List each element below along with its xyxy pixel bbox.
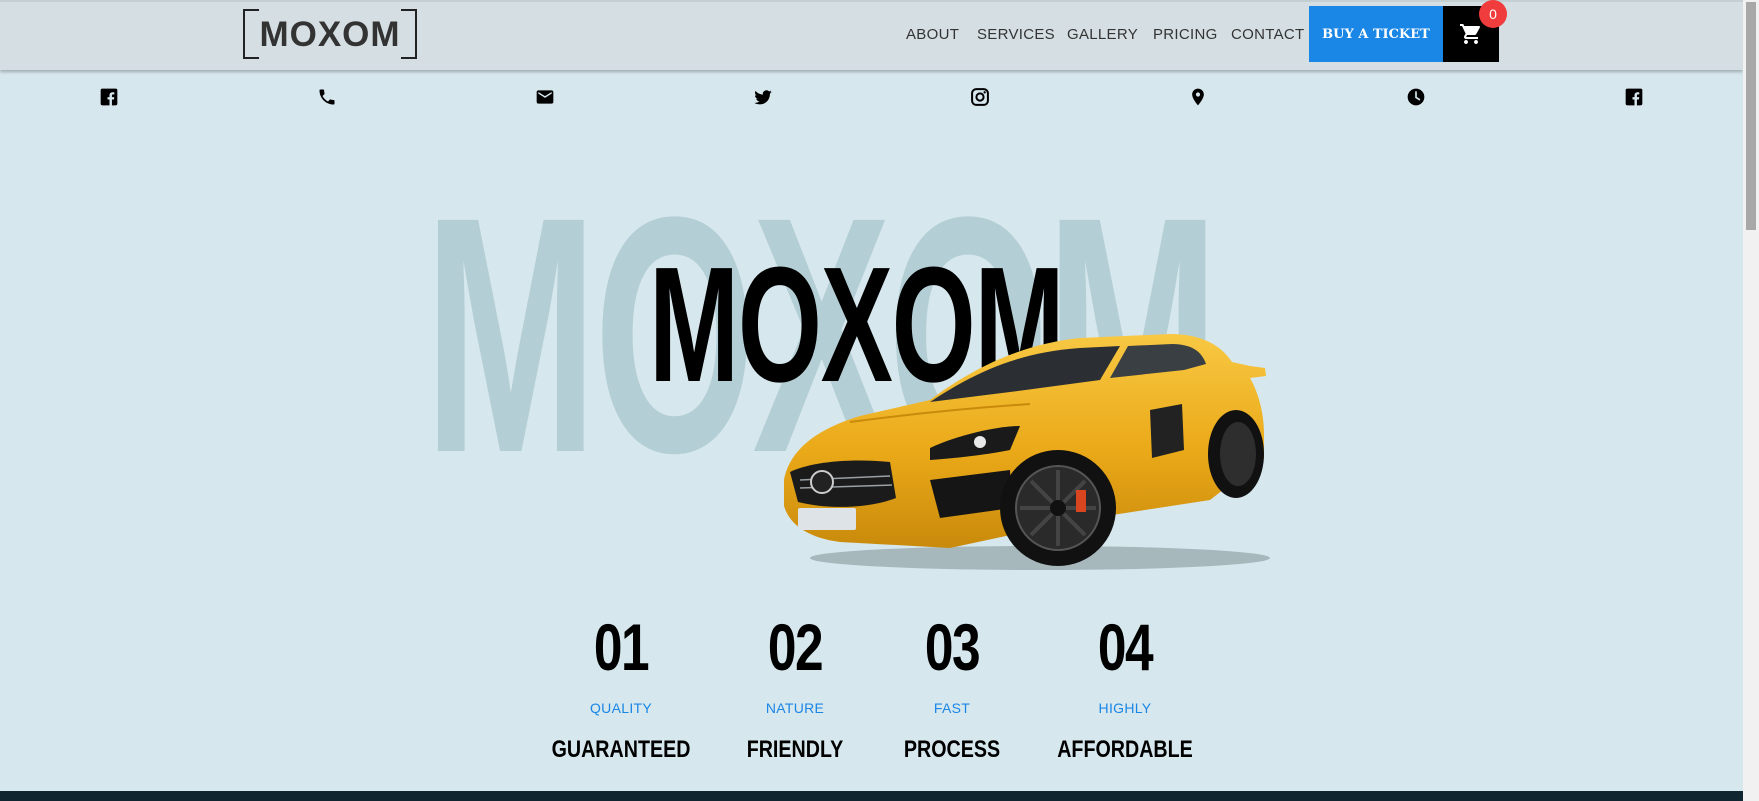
nav-services[interactable]: SERVICES	[977, 26, 1055, 43]
site-header: MOXOM ABOUT SERVICES GALLERY PRICING CON…	[0, 0, 1743, 70]
feature-title: FRIENDLY	[746, 736, 844, 763]
cart-count-badge: 0	[1479, 0, 1507, 28]
vertical-scrollbar[interactable]	[1743, 0, 1759, 801]
feature-label: QUALITY	[589, 700, 653, 716]
sports-car-image	[784, 334, 1270, 570]
logo-text: MOXOM	[259, 15, 401, 54]
mail-icon[interactable]	[534, 86, 556, 108]
feature-title: PROCESS	[903, 736, 1001, 763]
nav-gallery[interactable]: GALLERY	[1067, 26, 1138, 43]
phone-icon[interactable]	[316, 86, 338, 108]
facebook-icon[interactable]	[1623, 86, 1645, 108]
instagram-icon[interactable]	[969, 86, 991, 108]
location-pin-icon[interactable]	[1187, 86, 1209, 108]
nav-contact[interactable]: CONTACT	[1231, 26, 1304, 43]
facebook-icon[interactable]	[98, 86, 120, 108]
feature-number: 02	[767, 610, 824, 684]
nav-about[interactable]: ABOUT	[906, 26, 959, 43]
buy-ticket-button[interactable]: BUY A TICKET	[1309, 6, 1443, 62]
twitter-icon[interactable]	[752, 86, 774, 108]
feature-label: NATURE	[765, 700, 825, 716]
cart-icon	[1460, 24, 1481, 44]
scrollbar-thumb[interactable]	[1746, 2, 1756, 230]
nav-pricing[interactable]: PRICING	[1153, 26, 1218, 43]
footer-strip	[0, 791, 1743, 801]
feature-label: FAST	[933, 700, 971, 716]
site-logo[interactable]: MOXOM	[243, 9, 417, 59]
feature-number: 01	[593, 610, 650, 684]
clock-icon[interactable]	[1405, 86, 1427, 108]
feature-label: HIGHLY	[1098, 700, 1152, 716]
feature-number: 03	[924, 610, 981, 684]
feature-number: 04	[1097, 610, 1154, 684]
feature-title: AFFORDABLE	[1057, 736, 1193, 763]
feature-title: GUARANTEED	[551, 736, 691, 763]
